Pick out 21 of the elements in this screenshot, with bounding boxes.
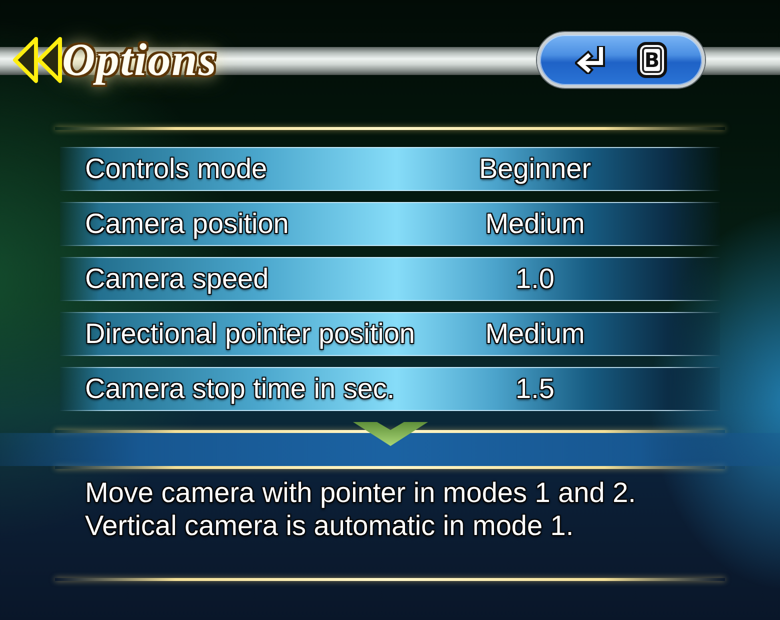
setting-value: Medium	[484, 317, 586, 351]
setting-row[interactable]: Camera stop time in sec. 1.5	[60, 367, 720, 411]
back-button[interactable]: B	[537, 32, 705, 88]
controller-key-label: B	[637, 42, 667, 78]
setting-label: Directional pointer position	[85, 317, 415, 351]
setting-value: 1.5	[514, 372, 556, 406]
setting-label: Controls mode	[85, 152, 268, 186]
setting-row[interactable]: Controls mode Beginner	[60, 147, 720, 191]
setting-value: Medium	[484, 207, 586, 241]
setting-row[interactable]: Directional pointer position Medium	[60, 312, 720, 356]
setting-label: Camera stop time in sec.	[85, 372, 396, 406]
setting-row[interactable]: Camera speed 1.0	[60, 257, 720, 301]
setting-value: 1.0	[514, 262, 556, 296]
return-arrow-icon	[575, 46, 605, 74]
setting-row[interactable]: Camera position Medium	[60, 202, 720, 246]
setting-label: Camera speed	[85, 262, 270, 296]
setting-label: Camera position	[85, 207, 290, 241]
setting-value: Beginner	[478, 152, 592, 186]
description-text: Vertical camera is automatic in mode 1.	[85, 509, 574, 542]
double-chevron-icon	[12, 36, 64, 84]
description-text: Move camera with pointer in modes 1 and 2.	[85, 476, 636, 509]
